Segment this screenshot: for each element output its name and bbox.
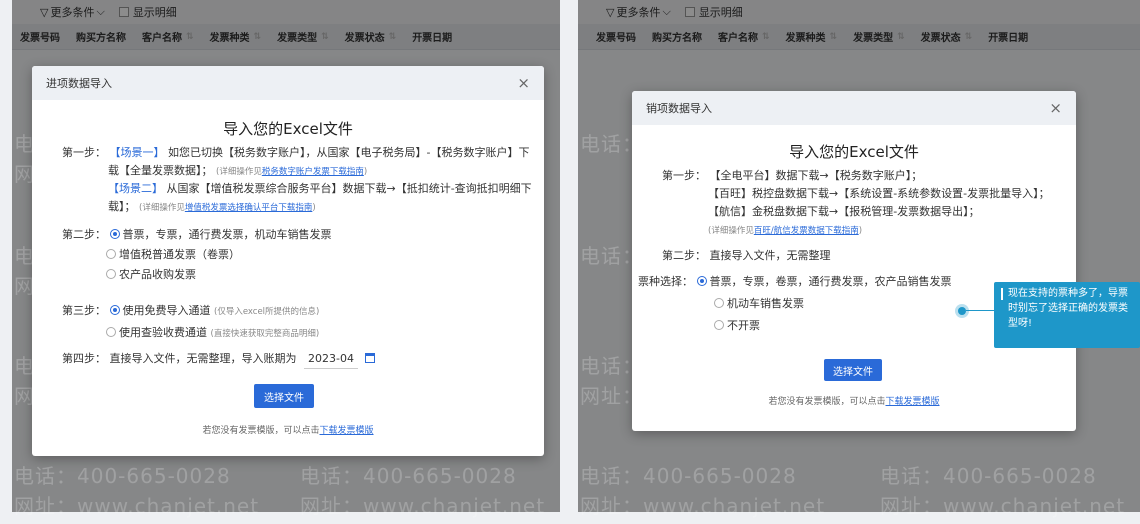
sales-import-modal: 销项数据导入 × 导入您的Excel文件 第一步： 【全电平台】数据下载→【税务…: [632, 91, 1076, 431]
step-1-line3: 【场景二】 从国家【增值税发票综合服务平台】数据下载→【抵扣统计-查询抵扣明细下: [108, 182, 532, 195]
scenario-2-tag: 【场景二】: [108, 182, 163, 195]
modal-header: 进项数据导入 ×: [32, 66, 544, 100]
channel-radio-free[interactable]: 使用免费导入通道 (仅导入excel所提供的信息): [109, 304, 319, 317]
ticket-type-radio-3[interactable]: 不开票: [714, 317, 760, 335]
modal-title: 销项数据导入: [646, 102, 712, 115]
channel-radio-paid[interactable]: 使用查验收费通道 (直接快速获取完整商品明细): [106, 324, 319, 343]
close-icon[interactable]: ×: [1049, 99, 1062, 117]
modal-footer: 若您没有发票模版，可以点击下载发票模版: [768, 397, 940, 407]
invoice-type-radio-1[interactable]: 普票，专票，通行费发票，机动车销售发票: [109, 228, 332, 241]
select-file-button[interactable]: 选择文件: [824, 359, 882, 381]
scenario-1-text: 如您已切换【税务数字账户】，从国家【电子税务局】-【税务数字账户】下: [168, 146, 530, 159]
modal-title: 进项数据导入: [46, 77, 112, 90]
download-guide-link[interactable]: 百旺/航信发票数据下载指南: [754, 226, 859, 236]
download-template-link[interactable]: 下载发票模版: [320, 426, 374, 436]
select-file-button[interactable]: 选择文件: [254, 384, 314, 408]
close-icon[interactable]: ×: [517, 74, 530, 92]
step-2: 第二步： 普票，专票，通行费发票，机动车销售发票: [62, 228, 332, 241]
radio-selected: [109, 229, 120, 239]
calendar-icon[interactable]: [365, 353, 376, 363]
step-4: 第四步： 直接导入文件，无需整理，导入账期为 2023-04: [62, 350, 376, 369]
hint-dot-icon[interactable]: [958, 307, 966, 315]
vat-platform-guide-link[interactable]: 增值税发票选择确认平台下载指南: [185, 203, 313, 213]
step-3: 第三步： 使用免费导入通道 (仅导入excel所提供的信息): [62, 304, 320, 317]
step-2: 第二步： 直接导入文件，无需整理: [662, 249, 831, 262]
step-1: 第一步： 【全电平台】数据下载→【税务数字账户】；: [662, 169, 923, 182]
step-1-line2: 载【全量发票数据】； (详细操作见税务数字账户发票下载指南): [108, 164, 368, 177]
step-1-hint: (详细操作见百旺/航信发票数据下载指南): [708, 226, 863, 236]
step-1: 第一步： 【场景一】 如您已切换【税务数字账户】，从国家【电子税务局】-【税务数…: [62, 144, 532, 162]
download-template-link[interactable]: 下载发票模版: [886, 397, 940, 407]
ticket-type-radio-2[interactable]: 机动车销售发票: [714, 295, 804, 313]
purchase-import-modal: 进项数据导入 × 导入您的Excel文件 第一步： 【场景一】 如您已切换【税务…: [32, 66, 544, 456]
step-1-line2: 【百旺】税控盘数据下载→【系统设置-系统参数设置-发票批量导入】；: [708, 187, 1050, 200]
step-1-line4: 载】； (详细操作见增值税发票选择确认平台下载指南): [108, 200, 316, 213]
tooltip-connector: [966, 310, 994, 311]
period-input[interactable]: 2023-04: [304, 350, 358, 369]
step-1-line3: 【航信】金税盘数据下载→【报税管理-发票数据导出】；: [708, 205, 980, 218]
scenario-1-tag: 【场景一】: [109, 146, 165, 159]
modal-heading: 导入您的Excel文件: [223, 120, 353, 138]
modal-header: 销项数据导入 ×: [632, 91, 1076, 125]
digital-account-guide-link[interactable]: 税务数字账户发票下载指南: [262, 167, 364, 177]
invoice-type-radio-2[interactable]: 增值税普通发票（卷票）: [106, 246, 240, 264]
ticket-type-tooltip: 现在支持的票种多了，导票时别忘了选择正确的发票类型呀!: [994, 282, 1140, 348]
modal-footer: 若您没有发票模版，可以点击下载发票模版: [202, 426, 374, 436]
ticket-type-row: 票种选择： 普票，专票，卷票，通行费发票，农产品销售发票: [638, 275, 952, 288]
step-label: 第一步：: [62, 146, 106, 159]
modal-heading: 导入您的Excel文件: [789, 143, 919, 161]
invoice-type-radio-3[interactable]: 农产品收购发票: [106, 266, 196, 284]
ticket-type-radio-1[interactable]: 普票，专票，卷票，通行费发票，农产品销售发票: [696, 275, 952, 288]
